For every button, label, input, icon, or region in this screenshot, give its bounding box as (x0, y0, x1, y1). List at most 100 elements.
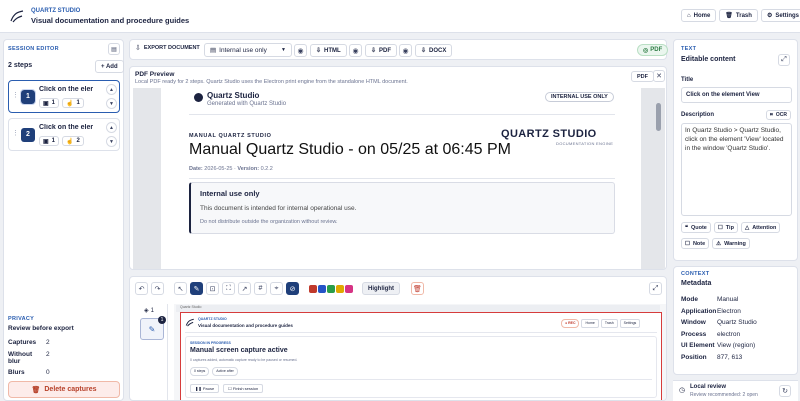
mini-desc: 0 captures added, automatic capture read… (190, 358, 298, 362)
quote-icon: ❝ (685, 224, 688, 231)
step-card-1[interactable]: ⋮⋮ 1 Click on the eler ▣ 1 ☝ 1 ▲ ▼ (8, 80, 120, 113)
color-swatch[interactable] (327, 284, 335, 293)
undo-button[interactable]: ↶ (135, 282, 148, 295)
preview-title: PDF Preview (135, 71, 175, 78)
pdf-status-badge: ◎ PDF (637, 44, 669, 56)
note-icon: ☐ (685, 240, 690, 247)
move-up-button[interactable]: ▲ (106, 84, 117, 95)
color-swatch[interactable] (318, 284, 326, 293)
clock-icon: ◷ (679, 387, 686, 394)
visibility-select[interactable]: ▤ Internal use only ▼ (204, 43, 292, 57)
export-docx-button[interactable]: ⇩ DOCX (415, 44, 453, 57)
arrow-tool[interactable]: ↗ (238, 282, 251, 295)
hide-tool[interactable]: ⊘ (286, 282, 299, 295)
move-down-button[interactable]: ▼ (106, 136, 117, 147)
select-tool[interactable]: ↖ (174, 282, 187, 295)
step-card-2[interactable]: ⋮⋮ 2 Click on the eler ▣ 1 ☝ 2 ▲ ▼ (8, 118, 120, 151)
refresh-review-button[interactable]: ↻ (779, 385, 791, 397)
notice-title: Internal use only (200, 189, 260, 198)
arrow-icon: ↗ (241, 285, 248, 293)
export-toolbar: ⇩ EXPORT DOCUMENT ▤ Internal use only ▼ ◉… (129, 39, 669, 60)
settings-button[interactable]: ⚙ Settings (760, 9, 800, 22)
description-textarea[interactable]: In Quartz Studio > Quartz Studio, click … (681, 123, 792, 216)
mini-logo (185, 318, 194, 327)
capture-thumbnail[interactable]: ✎ 1 (140, 316, 166, 340)
doc-logo: QUARTZ STUDIO (501, 128, 597, 140)
export-icon: ⇩ (135, 45, 141, 52)
privacy-row: Without blur 2 (8, 350, 50, 365)
download-icon: ⇩ (421, 48, 427, 54)
eye-icon: ◉ (402, 47, 409, 55)
context-label: CONTEXT (681, 271, 710, 277)
pen-tool[interactable]: ✎ (190, 282, 203, 295)
text-title: Editable content (681, 56, 736, 63)
app-logo (10, 10, 24, 23)
mini-chip: Active after (212, 367, 238, 376)
export-pdf-button[interactable]: ⇩ PDF (365, 44, 398, 57)
notice-body: This document is intended for internal o… (200, 205, 357, 212)
pdf-viewer[interactable]: Quartz Studio Generated with Quartz Stud… (133, 88, 665, 269)
doc-stamp: INTERNAL USE ONLY (545, 92, 614, 102)
preview-docx-button[interactable]: ◉ (399, 44, 412, 57)
captures-chip: ▣ 1 (39, 136, 60, 146)
pdf-tag: PDF (631, 71, 654, 82)
chevron-down-icon: ▼ (109, 138, 114, 145)
move-down-button[interactable]: ▼ (106, 98, 117, 109)
trash-icon: 🗑 (725, 13, 733, 19)
review-sub: Review recommended: 2 open (690, 392, 758, 398)
image-icon: ▣ (43, 100, 49, 107)
hand-chip: ☝ 2 (62, 136, 84, 146)
crop-tool[interactable]: ⛶ (222, 282, 235, 295)
focus-tool[interactable]: ⌖ (270, 282, 283, 295)
preview-pdf-button[interactable]: ◉ (349, 44, 362, 57)
image-editor-panel: ↶ ↷ ↖ ✎ ⊡ ⛶ ↗ # ⌖ ⊘ Highlight 🗑 ⤢ ◈ 1 ✎ 1 (129, 276, 667, 401)
warning-chip[interactable]: ⚠ Warning (712, 238, 750, 249)
highlight-button[interactable]: Highlight (362, 282, 400, 295)
color-swatch[interactable] (336, 284, 344, 293)
close-preview-button[interactable]: ✕ (653, 70, 665, 82)
description-field-label: Description (681, 112, 715, 118)
add-step-button[interactable]: + Add (95, 60, 124, 73)
move-up-button[interactable]: ▲ (106, 122, 117, 133)
mini-divider (190, 379, 652, 380)
preview-description: Local PDF ready for 2 steps. Quartz Stud… (135, 79, 408, 85)
tip-chip[interactable]: ☐ Tip (713, 222, 738, 233)
pen-icon: ✎ (193, 285, 200, 293)
export-html-button[interactable]: ⇩ HTML (310, 44, 347, 57)
check-icon: ◎ (643, 47, 649, 54)
preview-html-button[interactable]: ◉ (294, 44, 307, 57)
title-input[interactable]: Click on the element View (681, 87, 792, 103)
doc-kicker: MANUAL QUARTZ STUDIO (189, 133, 272, 139)
color-swatch[interactable] (309, 284, 317, 293)
home-button[interactable]: ⌂ Home (681, 9, 717, 22)
review-title: Local review (690, 384, 727, 390)
color-swatch[interactable] (345, 284, 353, 293)
metadata-row: Process electron (681, 330, 741, 338)
capture-canvas[interactable]: Quartz Studio QUARTZ STUDIO Visual docum… (174, 304, 666, 400)
notice-small: Do not distribute outside the organizati… (200, 219, 338, 225)
blur-tool[interactable]: ⊡ (206, 282, 219, 295)
doc-meta: Date: 2026-05-25 · Version: 0.2.2 (189, 166, 273, 172)
expand-editor-button[interactable]: ⤢ (649, 282, 662, 295)
number-tool[interactable]: # (254, 282, 267, 295)
delete-annotation-button[interactable]: 🗑 (411, 282, 424, 295)
collapse-sidebar-button[interactable]: ▤ (108, 43, 120, 55)
expand-text-button[interactable]: ⤢ (778, 54, 790, 66)
captures-chip: ▣ 1 (39, 98, 60, 108)
metadata-row: Application Electron (681, 307, 741, 315)
redo-button[interactable]: ↷ (151, 282, 164, 295)
delete-captures-button[interactable]: 🗑 Delete captures (8, 381, 120, 398)
privacy-row: Blurs 0 (8, 369, 50, 376)
context-panel: CONTEXT Metadata Mode Manual Application E… (673, 266, 798, 375)
attention-chip[interactable]: △ Attention (740, 222, 781, 233)
mini-label: SESSION IN PROGRESS (190, 341, 231, 345)
quote-chip[interactable]: ❝ Quote (681, 222, 711, 233)
mini-header: QUARTZ STUDIO Visual documentation and p… (185, 316, 657, 333)
note-chip[interactable]: ☐ Note (681, 238, 710, 249)
mini-home: Home (581, 319, 599, 328)
trash-button[interactable]: 🗑 Trash (719, 9, 758, 22)
local-review-bar: ◷ Local review Review recommended: 2 ope… (673, 380, 798, 401)
pdf-scrollbar[interactable] (656, 103, 661, 131)
ocr-button[interactable]: ⌗ OCR (766, 110, 791, 120)
trash-icon: 🗑 (31, 386, 41, 394)
